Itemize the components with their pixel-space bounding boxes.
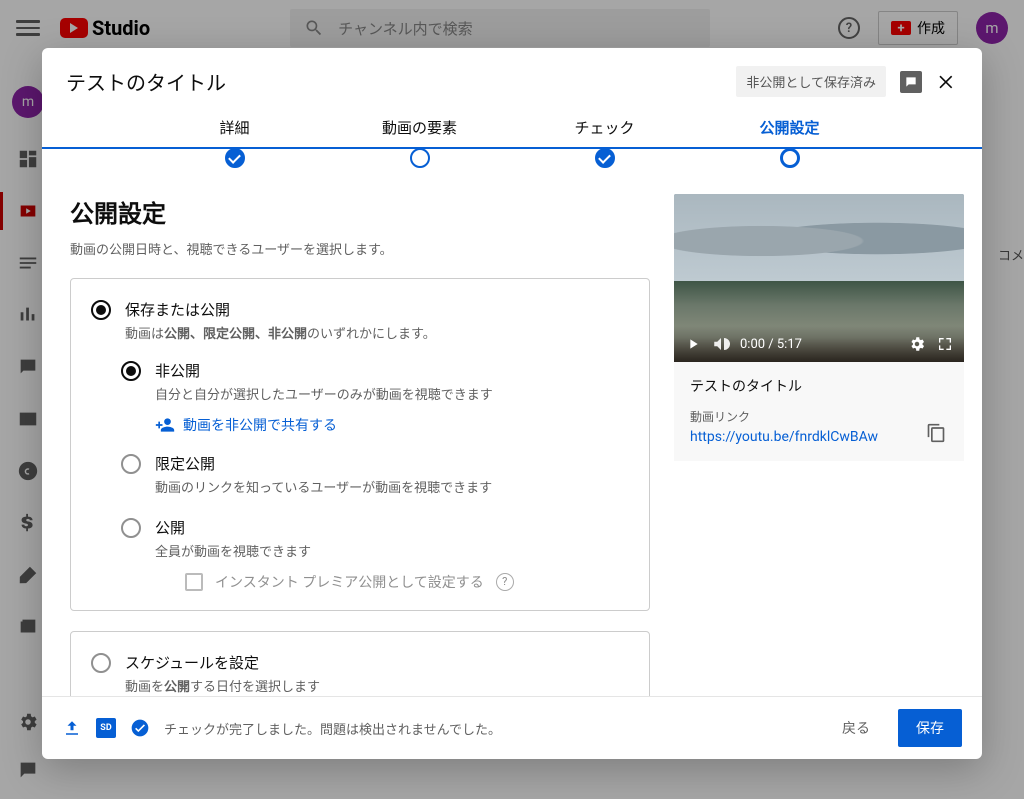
radio-label: 保存または公開 <box>125 299 436 320</box>
play-icon[interactable] <box>684 335 702 353</box>
save-button[interactable]: 保存 <box>898 709 962 747</box>
copy-icon[interactable] <box>926 423 948 445</box>
instant-premiere-checkbox[interactable]: インスタント プレミア公開として設定する ? <box>185 572 514 592</box>
preview-title: テストのタイトル <box>690 376 948 396</box>
schedule-radio[interactable]: スケジュールを設定 動画を公開する日付を選択します <box>91 652 629 696</box>
upload-icon <box>62 718 82 738</box>
preview-panel: 0:00 / 5:17 テストのタイトル 動画リンク https://youtu… <box>674 194 964 461</box>
radio-desc: 全員が動画を視聴できます <box>155 544 514 562</box>
step-details[interactable]: 詳細 <box>142 117 327 168</box>
unlisted-radio[interactable]: 限定公開 動画のリンクを知っているユーザーが動画を視聴できます <box>121 453 629 498</box>
check-circle-icon <box>130 718 150 738</box>
video-controls: 0:00 / 5:17 <box>674 326 964 362</box>
back-button[interactable]: 戻る <box>828 710 884 746</box>
radio-icon <box>91 300 111 320</box>
video-thumbnail[interactable]: 0:00 / 5:17 <box>674 194 964 362</box>
modal-header: テストのタイトル 非公開として保存済み <box>42 48 982 113</box>
radio-icon <box>91 653 111 673</box>
link-label: 動画リンク <box>690 408 918 425</box>
schedule-card: スケジュールを設定 動画を公開する日付を選択します <box>70 631 650 696</box>
radio-icon <box>121 361 141 381</box>
step-visibility[interactable]: 公開設定 <box>697 117 882 168</box>
video-time: 0:00 / 5:17 <box>740 337 802 352</box>
radio-label: スケジュールを設定 <box>125 652 320 673</box>
radio-label: 非公開 <box>155 360 493 381</box>
fullscreen-icon[interactable] <box>936 335 954 353</box>
radio-desc: 動画は公開、限定公開、非公開のいずれかにします。 <box>125 326 436 344</box>
feedback-icon[interactable] <box>900 71 922 93</box>
section-subtitle: 動画の公開日時と、視聴できるユーザーを選択します。 <box>70 239 650 258</box>
video-meta: テストのタイトル 動画リンク https://youtu.be/fnrdklCw… <box>674 362 964 461</box>
sd-icon: SD <box>96 718 116 738</box>
radio-icon <box>121 518 141 538</box>
radio-desc: 動画を公開する日付を選択します <box>125 679 320 696</box>
save-or-publish-radio[interactable]: 保存または公開 動画は公開、限定公開、非公開のいずれかにします。 <box>91 299 629 344</box>
radio-icon <box>121 454 141 474</box>
modal-body: 公開設定 動画の公開日時と、視聴できるユーザーを選択します。 保存または公開 動… <box>42 168 982 696</box>
radio-desc: 自分と自分が選択したユーザーのみが動画を視聴できます <box>155 387 493 405</box>
radio-label: 限定公開 <box>155 453 492 474</box>
modal-footer: SD チェックが完了しました。問題は検出されませんでした。 戻る 保存 <box>42 696 982 759</box>
section-title: 公開設定 <box>70 194 650 229</box>
gear-icon[interactable] <box>908 335 926 353</box>
save-publish-card: 保存または公開 動画は公開、限定公開、非公開のいずれかにします。 非公開 自分と… <box>70 278 650 611</box>
upload-modal: テストのタイトル 非公開として保存済み 詳細 動画の要素 チェック 公開設定 公 <box>42 48 982 759</box>
step-checks[interactable]: チェック <box>512 117 697 168</box>
save-status-badge: 非公開として保存済み <box>736 66 886 97</box>
modal-title: テストのタイトル <box>66 67 722 96</box>
checkbox-icon <box>185 573 203 591</box>
footer-status: チェックが完了しました。問題は検出されませんでした。 <box>164 719 501 738</box>
step-elements[interactable]: 動画の要素 <box>327 117 512 168</box>
public-radio[interactable]: 公開 全員が動画を視聴できます インスタント プレミア公開として設定する ? <box>121 517 629 592</box>
radio-label: 公開 <box>155 517 514 538</box>
share-private-link[interactable]: 動画を非公開で共有する <box>155 415 493 435</box>
video-link[interactable]: https://youtu.be/fnrdklCwBAw <box>690 429 918 445</box>
stepper: 詳細 動画の要素 チェック 公開設定 <box>42 113 982 168</box>
help-icon[interactable]: ? <box>496 573 514 591</box>
private-radio[interactable]: 非公開 自分と自分が選択したユーザーのみが動画を視聴できます 動画を非公開で共有… <box>121 360 629 435</box>
person-add-icon <box>155 415 175 435</box>
close-icon[interactable] <box>936 71 958 93</box>
volume-icon[interactable] <box>712 335 730 353</box>
radio-desc: 動画のリンクを知っているユーザーが動画を視聴できます <box>155 480 492 498</box>
